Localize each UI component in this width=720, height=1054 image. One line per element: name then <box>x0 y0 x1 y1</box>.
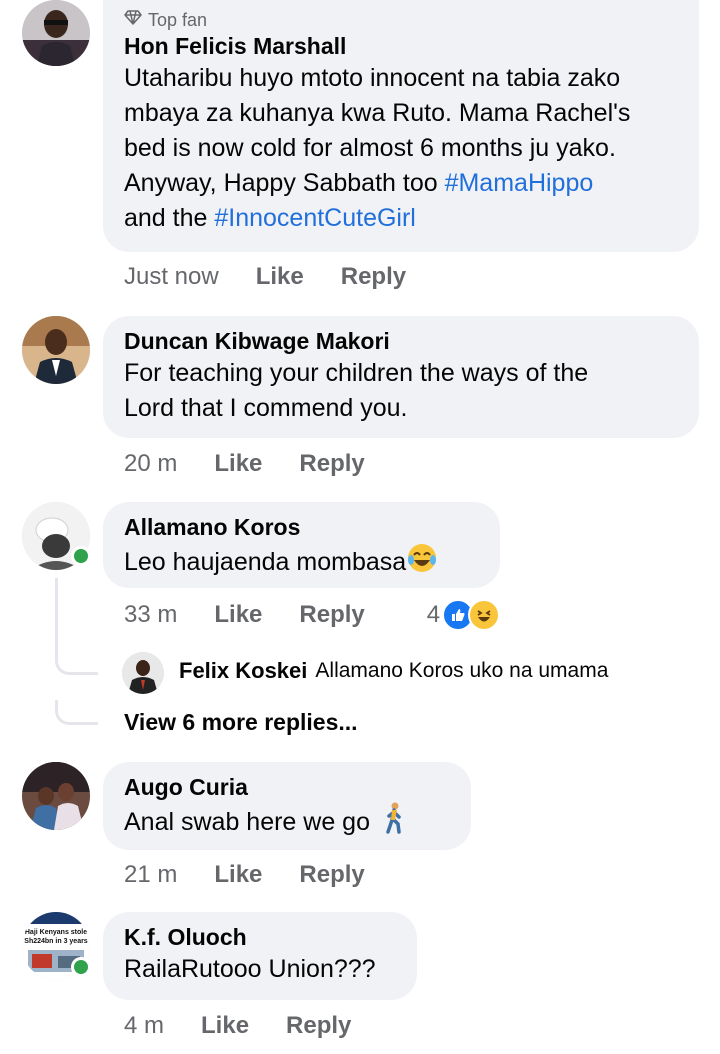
reply-text: Allamano Koros uko na umama <box>315 659 609 682</box>
reply-button[interactable]: Reply <box>341 263 406 291</box>
comment-time[interactable]: 21 m <box>124 861 177 889</box>
comment-author[interactable]: Augo Curia <box>124 772 451 802</box>
laugh-cry-emoji <box>406 542 438 584</box>
like-button[interactable]: Like <box>256 263 304 291</box>
comment-author[interactable]: K.f. Oluoch <box>124 922 397 952</box>
avatar-duncan[interactable] <box>22 316 90 384</box>
reply-button[interactable]: Reply <box>299 861 364 889</box>
comment-time[interactable]: Just now <box>124 263 219 291</box>
comment-actions: Just now Like Reply <box>124 262 406 292</box>
comment-line: Anyway, Happy Sabbath too <box>124 169 445 197</box>
walking-person-emoji <box>383 802 405 844</box>
view-more-replies[interactable]: View 6 more replies... <box>124 709 358 736</box>
reply-button[interactable]: Reply <box>299 450 364 478</box>
comment-line: bed is now cold for almost 6 months ju y… <box>124 134 616 162</box>
hashtag-link[interactable]: #MamaHippo <box>445 169 594 197</box>
laugh-reaction-icon <box>468 599 501 631</box>
online-status-dot <box>71 957 91 977</box>
comment-text: Anal swab here we go <box>124 802 451 844</box>
comment-actions: 21 m Like Reply <box>124 860 365 890</box>
comment-time[interactable]: 4 m <box>124 1012 164 1040</box>
comment-actions: 33 m Like Reply 4 <box>124 599 501 631</box>
hashtag-link[interactable]: #InnocentCuteGirl <box>214 204 416 232</box>
like-button[interactable]: Like <box>214 601 262 629</box>
comment-line: Utaharibu huyo mtoto innocent na tabia z… <box>124 64 621 92</box>
comment-author[interactable]: Allamano Koros <box>124 512 480 542</box>
reply-author[interactable]: Felix Koskei <box>179 658 307 684</box>
comment-line: Lord that I commend you. <box>124 394 408 422</box>
thread-line <box>55 578 58 658</box>
like-button[interactable]: Like <box>201 1012 249 1040</box>
avatar-felix[interactable] <box>122 652 164 694</box>
comment-bubble-2: Duncan Kibwage Makori For teaching your … <box>103 316 699 438</box>
comment-text: For teaching your children the ways of t… <box>124 356 679 426</box>
avatar-headline: Sh224bn in 3 years <box>24 938 88 945</box>
reply-preview[interactable]: Felix Koskei Allamano Koros uko na umama <box>179 658 608 684</box>
avatar-headline: Haji Kenyans stole <box>25 929 87 936</box>
comment-bubble-5: K.f. Oluoch RailaRutooo Union??? <box>103 912 417 1000</box>
reaction-count: 4 <box>426 601 441 628</box>
comment-actions: 20 m Like Reply <box>124 449 365 479</box>
online-status-dot <box>71 546 91 566</box>
comment-bubble-3: Allamano Koros Leo haujaenda mombasa <box>103 502 500 588</box>
diamond-icon <box>124 8 142 31</box>
comment-time[interactable]: 20 m <box>124 450 177 478</box>
top-fan-label: Top fan <box>148 9 208 30</box>
comment-line: For teaching your children the ways of t… <box>124 359 589 387</box>
comment-line: Anal swab here we go <box>124 808 370 836</box>
like-button[interactable]: Like <box>214 861 262 889</box>
comment-bubble-1: Top fan Hon Felicis Marshall Utaharibu h… <box>103 0 699 252</box>
like-button[interactable]: Like <box>214 450 262 478</box>
comment-text: Utaharibu huyo mtoto innocent na tabia z… <box>124 61 679 236</box>
comment-time[interactable]: 33 m <box>124 601 177 629</box>
reply-button[interactable]: Reply <box>299 601 364 629</box>
thread-connector <box>55 700 98 725</box>
comment-author[interactable]: Duncan Kibwage Makori <box>124 326 679 356</box>
comment-actions: 4 m Like Reply <box>124 1011 351 1041</box>
comment-text: Leo haujaenda mombasa <box>124 542 480 584</box>
reply-button[interactable]: Reply <box>286 1012 351 1040</box>
comment-text: RailaRutooo Union??? <box>124 955 376 983</box>
comment-bubble-4: Augo Curia Anal swab here we go <box>103 762 471 850</box>
thread-connector <box>55 648 98 675</box>
comment-author[interactable]: Hon Felicis Marshall <box>124 31 679 61</box>
avatar-augo[interactable] <box>22 762 90 830</box>
comment-line: Leo haujaenda mombasa <box>124 548 407 576</box>
comment-line: and the <box>124 204 215 232</box>
reaction-summary[interactable]: 4 <box>426 599 501 631</box>
avatar-hon-felicis[interactable] <box>22 0 90 66</box>
comment-line: mbaya za kuhanya kwa Ruto. Mama Rachel's <box>124 99 631 127</box>
top-fan-badge: Top fan <box>124 8 679 31</box>
